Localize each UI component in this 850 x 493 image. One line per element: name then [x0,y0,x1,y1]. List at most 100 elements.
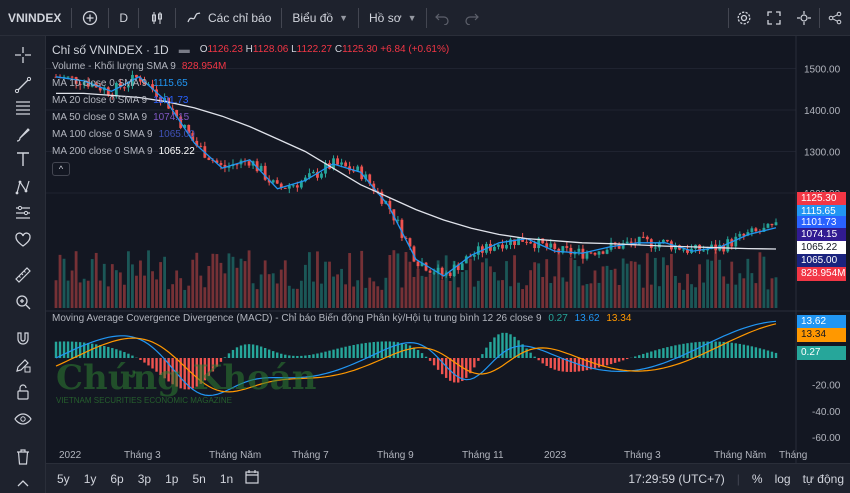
volume-bar [714,251,718,308]
candle-body [529,242,533,244]
macd-hist-bar [774,352,778,358]
range-button-1y[interactable]: 1y [77,472,104,486]
macd-hist-value: 0.27 [548,313,568,324]
fullscreen-button[interactable] [759,0,789,36]
chart-style-button[interactable] [139,0,175,36]
collapse-toolbar-button[interactable] [10,472,36,493]
pattern-tool[interactable] [10,176,36,198]
lock-drawing-tool[interactable] [10,354,36,376]
macd-hist-bar [320,352,323,358]
volume-bar [509,286,512,308]
volume-bar [670,253,673,308]
volume-bar [227,253,231,308]
collapse-legend-button[interactable]: ^ [52,161,70,176]
goto-date-button[interactable] [244,469,260,488]
symbol-search[interactable]: VNINDEX [0,0,71,36]
legend-ma-row[interactable]: MA 10 close 0 SMA 9 1115.65 [52,75,449,92]
range-button-5y[interactable]: 5y [50,472,77,486]
macd-hist-bar [280,353,283,358]
percent-toggle[interactable]: % [746,472,769,486]
hide-drawings-tool[interactable] [10,408,36,430]
trendline-icon [14,76,32,94]
range-button-3p[interactable]: 3p [131,472,158,486]
fib-lines-icon [16,101,30,115]
volume-bar [312,281,315,308]
candle-body [641,236,645,238]
range-button-1n[interactable]: 1n [213,472,240,486]
candle-body [569,247,573,255]
range-button-5n[interactable]: 5n [185,472,212,486]
volume-bar [320,283,323,308]
legend-ma-row[interactable]: MA 50 close 0 SMA 9 1074.15 [52,109,449,126]
legend-ma-row[interactable]: MA 20 close 0 SMA 9 1101.73 [52,92,449,109]
candle-body [577,248,581,252]
ma200-badge: 1065.22 [797,241,846,255]
candle-body [665,239,669,242]
favorites-tool[interactable] [10,229,36,251]
candle-body [625,241,629,244]
macd-legend[interactable]: Moving Average Covergence Divergence (MA… [52,313,631,324]
volume-bar [581,285,585,308]
volume-bar [235,267,239,308]
volume-bar [440,279,444,308]
chart-type-dropdown[interactable]: Biểu đồ ▼ [282,0,358,36]
brush-tool[interactable] [10,124,36,146]
fib-tool[interactable] [10,97,36,119]
volume-bar [480,262,484,308]
volume-bar [565,281,569,308]
volume-bar [456,287,460,308]
macd-hist-bar [485,347,488,358]
macd-hist-bar [609,358,613,365]
text-tool[interactable] [10,148,36,170]
volume-bar [340,268,343,308]
legend-ma-row[interactable]: MA 100 close 0 SMA 9 1065.00 [52,126,449,143]
text-icon [17,152,29,166]
drawing-toolbar [0,36,46,493]
volume-bar [54,280,58,308]
ma-value: 1074.15 [153,112,190,123]
macd-hist-bar [420,353,424,358]
add-symbol-button[interactable] [72,0,108,36]
macd-hist-bar [360,343,363,358]
remove-drawings-tool[interactable] [10,446,36,468]
legend-hide-icon[interactable]: ▬ [179,44,190,56]
candle-body [416,261,420,267]
range-button-1p[interactable]: 1p [158,472,185,486]
clock-time[interactable]: 17:29:59 (UTC+7) [622,472,730,486]
legend-volume[interactable]: Volume - Khối lượng SMA 9 828.954M [52,58,449,75]
crosshair-tool[interactable] [10,44,36,66]
indicators-button[interactable]: Các chỉ báo [176,0,281,36]
magnet-tool[interactable] [10,328,36,350]
time-tick-label: Tháng 11 [462,450,504,461]
lock-all-tool[interactable] [10,381,36,403]
trendline-tool[interactable] [10,74,36,96]
volume-bar [364,287,368,308]
candle-body [553,243,557,249]
candle-body [653,247,657,249]
volume-bar [82,278,86,308]
range-button-6p[interactable]: 6p [103,472,130,486]
volume-bar [167,289,171,308]
share-button[interactable] [820,0,850,36]
undo-button[interactable] [427,0,457,36]
profile-dropdown[interactable]: Hồ sơ ▼ [359,0,426,36]
measure-tool[interactable] [10,264,36,286]
macd-hist-bar [352,344,355,358]
screenshot-button[interactable] [789,0,819,36]
prediction-tool[interactable] [10,202,36,224]
macd-tick-label: -60.00 [812,433,841,444]
auto-toggle[interactable]: tự động [797,472,850,486]
interval-button[interactable]: D [109,0,138,36]
volume-bar [279,269,283,308]
settings-button[interactable] [729,0,759,36]
redo-button[interactable] [457,0,487,36]
macd-hist-bar [292,355,295,358]
log-toggle[interactable]: log [769,472,797,486]
ma-value: 1065.22 [158,146,195,157]
volume-bar [605,265,609,308]
volume-bar [207,265,211,308]
zoom-tool[interactable] [10,291,36,313]
legend-main-row[interactable]: Chỉ số VNINDEX · 1D ▬ O1126.23 H1128.06 … [52,41,449,58]
legend-ma-row[interactable]: MA 200 close 0 SMA 9 1065.22 [52,143,449,160]
macd-hist-bar [171,358,174,385]
